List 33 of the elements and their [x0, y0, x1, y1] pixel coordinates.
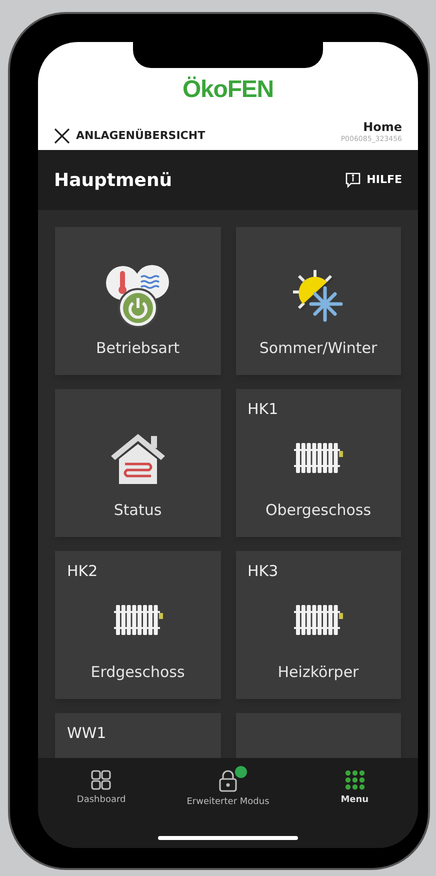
tile-label: Betriebsart — [94, 338, 181, 358]
nav-item[interactable]: Menu — [300, 770, 410, 810]
lock-icon — [218, 770, 237, 792]
tile-label: Heizkörper — [276, 662, 360, 682]
info-icon — [344, 172, 361, 188]
menu-tile[interactable]: Betriebsart — [55, 227, 220, 375]
menu-tile[interactable]: HK2 Erdgeschoss — [55, 551, 220, 699]
radiator-icon — [112, 602, 164, 637]
radiator-icon — [292, 602, 344, 637]
help-button[interactable]: HILFE — [344, 172, 402, 188]
back-button[interactable]: ANLAGENÜBERSICHT — [54, 128, 206, 144]
menu-tile[interactable]: WW1 — [55, 713, 220, 758]
menu-tile[interactable]: Sommer/Winter — [236, 227, 401, 375]
tile-label: Status — [112, 500, 163, 520]
dashboard-icon — [91, 770, 112, 790]
tile-tag: HK1 — [248, 400, 278, 418]
page-title: Hauptmenü — [54, 168, 172, 192]
tile-label: Sommer/Winter — [258, 338, 378, 358]
tile-tag: WW1 — [67, 724, 106, 742]
grid-icon — [344, 770, 365, 790]
tile-label: Obergeschoss — [264, 500, 372, 520]
radiator-icon — [292, 440, 344, 475]
close-icon — [54, 128, 70, 144]
nav-item[interactable]: Erweiterter Modus — [172, 770, 283, 810]
menu-tile[interactable]: HK1 Obergeschoss — [236, 389, 401, 537]
brand-logo: ÖkoFEN — [182, 75, 274, 106]
menu-tile[interactable]: Status — [55, 389, 220, 537]
nav-item[interactable]: Dashboard — [46, 770, 156, 810]
tile-tag: HK3 — [248, 562, 278, 580]
tile-tag: HK2 — [67, 562, 98, 580]
menu-tile[interactable]: HK3 Heizkörper — [236, 551, 401, 699]
site-name: Home — [363, 120, 402, 136]
tile-label: Erdgeschoss — [90, 662, 186, 682]
